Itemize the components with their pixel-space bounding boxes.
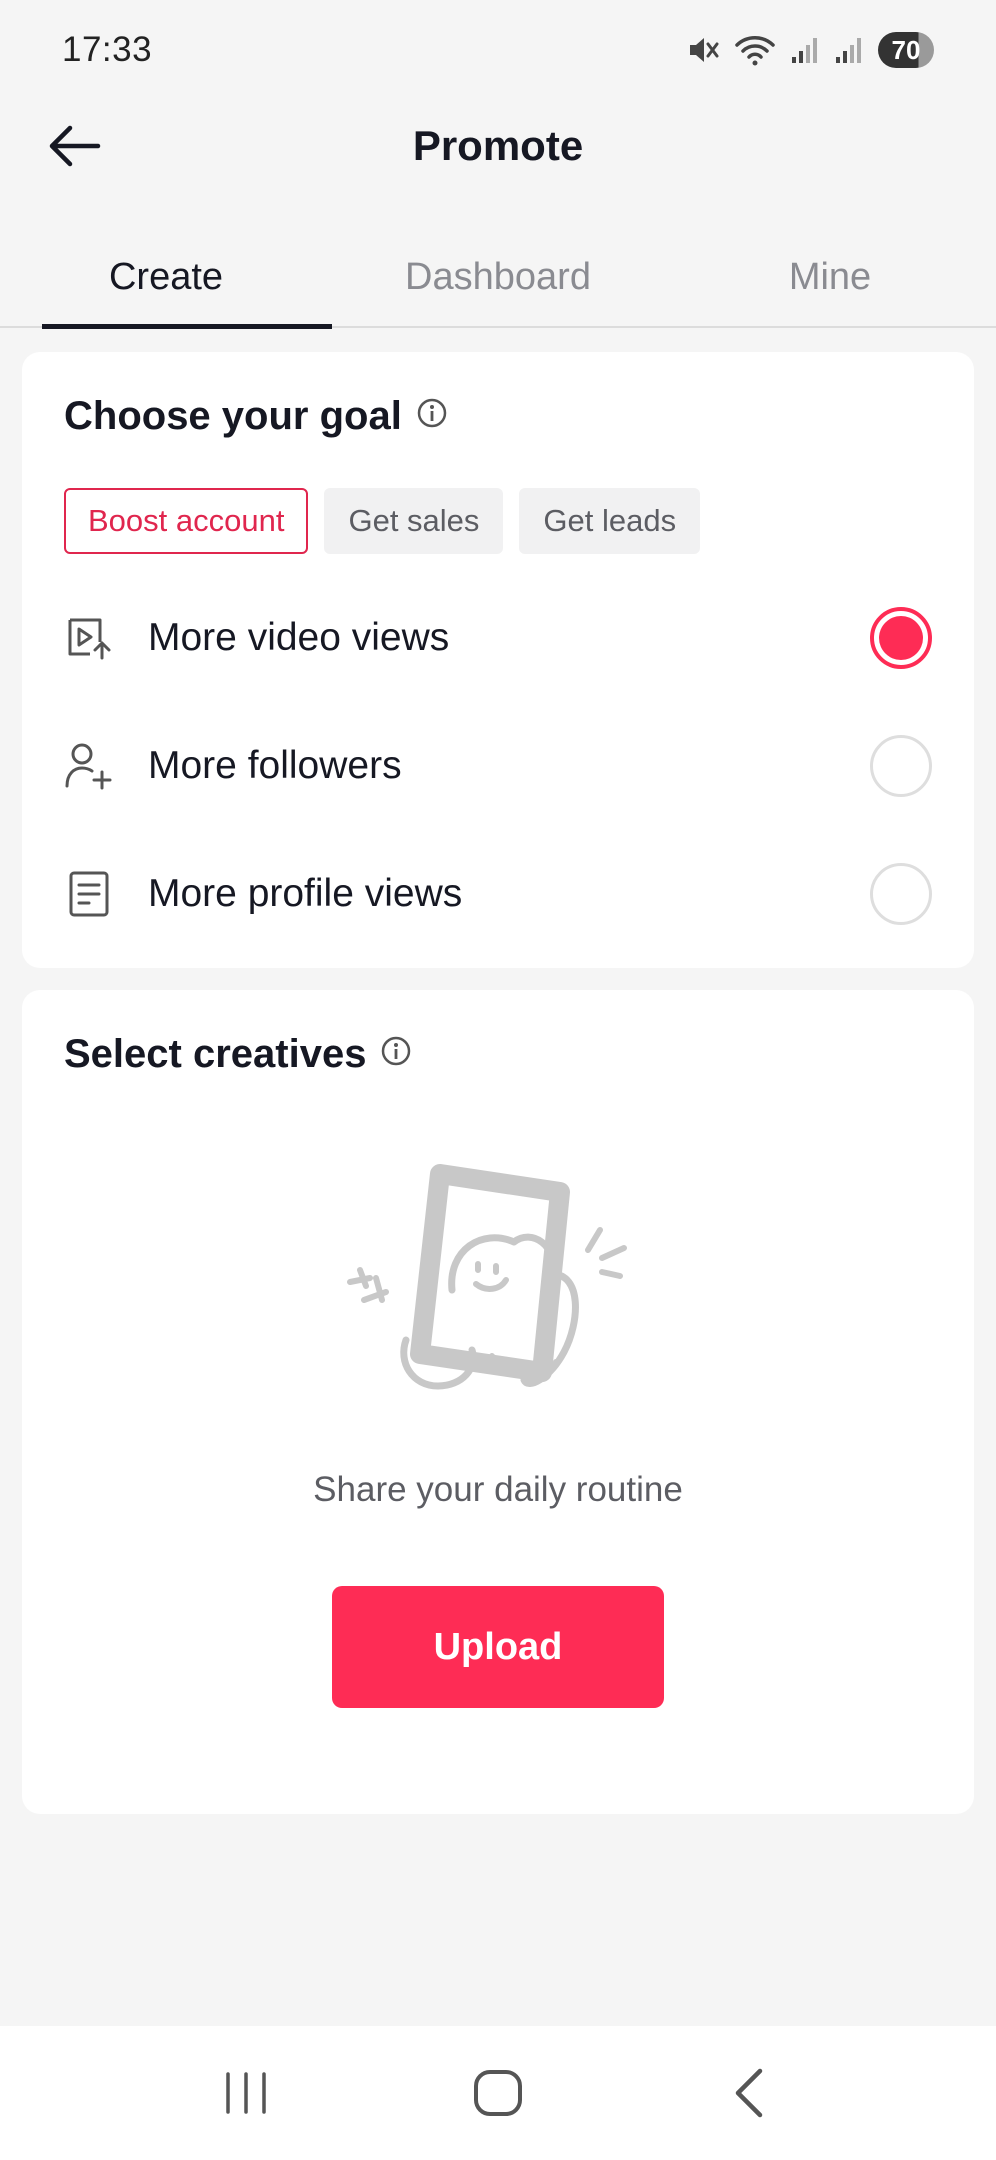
option-label: More profile views: [148, 872, 463, 915]
empty-state-text: Share your daily routine: [313, 1470, 683, 1509]
goal-info-icon[interactable]: [416, 394, 448, 439]
selfie-illustration-icon: [347, 1164, 627, 1390]
promote-screen: 17:33 70 Promote Create Dashboard Mine C…: [0, 0, 996, 2160]
option-more-video-views[interactable]: More video views: [64, 593, 932, 683]
back-button[interactable]: [44, 118, 104, 174]
tab-create[interactable]: Create: [0, 228, 332, 329]
profile-doc-icon: [64, 869, 114, 919]
goal-chips: Boost account Get sales Get leads: [64, 488, 701, 554]
system-back-button[interactable]: [700, 2053, 800, 2133]
battery-indicator: 70: [878, 32, 934, 68]
creatives-section-header: Select creatives: [64, 1032, 412, 1077]
creatives-info-icon[interactable]: [380, 1032, 412, 1077]
add-follower-icon: [64, 741, 114, 791]
page-title: Promote: [412, 122, 584, 169]
back-arrow-icon: [49, 125, 101, 167]
home-icon: [474, 2070, 522, 2116]
option-label: More followers: [148, 744, 402, 787]
signal-icon-1: [790, 35, 820, 65]
wifi-icon: [734, 33, 776, 67]
creatives-card: Select creatives Share your daily routin…: [22, 990, 974, 1814]
home-button[interactable]: [448, 2053, 548, 2133]
tab-dashboard[interactable]: Dashboard: [332, 228, 664, 326]
mute-icon: [686, 33, 720, 67]
goal-title: Choose your goal: [64, 394, 402, 438]
recent-apps-icon: [226, 2072, 266, 2114]
option-more-followers[interactable]: More followers: [64, 721, 932, 811]
status-time: 17:33: [62, 30, 153, 69]
goal-section-header: Choose your goal: [64, 394, 448, 439]
creatives-title: Select creatives: [64, 1032, 367, 1076]
header: Promote: [0, 100, 996, 192]
goal-card: Choose your goal Boost account Get sales…: [22, 352, 974, 968]
video-views-icon: [64, 613, 114, 663]
chevron-left-icon: [735, 2068, 763, 2118]
status-icons: 70: [686, 32, 934, 68]
empty-state-illustration: [340, 1160, 680, 1420]
radio-profile-views[interactable]: [870, 863, 932, 925]
option-more-profile-views[interactable]: More profile views: [64, 849, 932, 939]
status-bar: 17:33 70: [0, 0, 996, 100]
option-label: More video views: [148, 616, 450, 659]
signal-icon-2: [834, 35, 864, 65]
radio-followers[interactable]: [870, 735, 932, 797]
tab-bar: Create Dashboard Mine: [0, 228, 996, 329]
radio-video-views[interactable]: [870, 607, 932, 669]
chip-boost-account[interactable]: Boost account: [64, 488, 309, 554]
chip-get-leads[interactable]: Get leads: [519, 488, 701, 554]
tab-mine[interactable]: Mine: [664, 228, 996, 326]
system-nav-bar: [0, 2026, 996, 2160]
upload-button[interactable]: Upload: [332, 1586, 664, 1708]
chip-get-sales[interactable]: Get sales: [324, 488, 504, 554]
recent-apps-button[interactable]: [196, 2053, 296, 2133]
